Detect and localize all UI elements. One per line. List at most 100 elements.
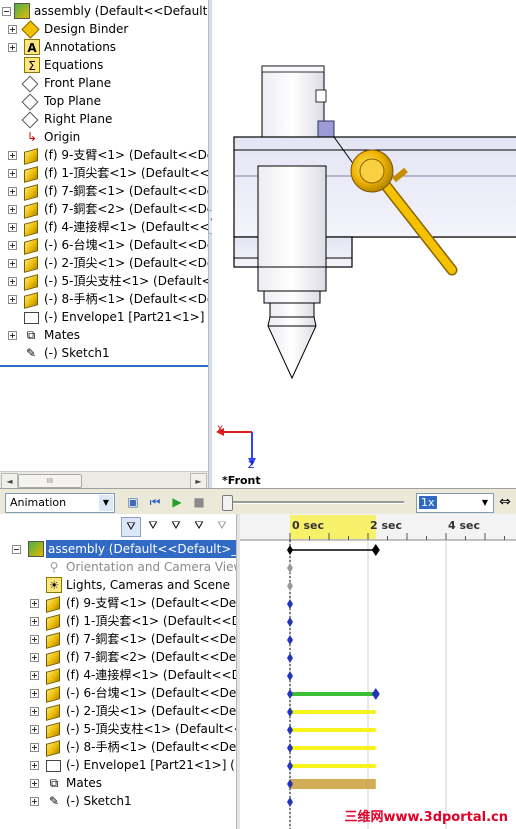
- rollback-bar[interactable]: [0, 365, 208, 367]
- tree-item[interactable]: (-) Envelope1 [Part21<1>] (D: [0, 308, 208, 326]
- motion-tree-item[interactable]: (-) 5-頂尖支柱<1> (Default<<: [0, 720, 236, 739]
- tree-item[interactable]: ↳ Origin: [0, 128, 208, 146]
- expand-icon[interactable]: [30, 689, 39, 698]
- motion-tree-item[interactable]: (-) 2-頂尖<1> (Default<<Defa: [0, 702, 236, 721]
- expand-icon[interactable]: [30, 653, 39, 662]
- model-view[interactable]: [212, 0, 516, 488]
- spindle-part: [261, 65, 327, 139]
- chevron-down-icon[interactable]: ▼: [478, 495, 492, 511]
- timeline-canvas[interactable]: 0 sec 2 sec 4 sec: [240, 514, 516, 829]
- tree-item[interactable]: (f) 7-銅套<2> (Default<<Defa: [0, 200, 208, 219]
- collapse-icon[interactable]: [12, 545, 21, 554]
- study-type-select[interactable]: Animation ▼: [5, 493, 115, 513]
- motion-tree-item[interactable]: ✎ (-) Sketch1: [0, 792, 236, 810]
- calculate-icon[interactable]: ▣: [124, 493, 142, 511]
- tree-item[interactable]: (-) 8-手柄<1> (Default<<Def: [0, 290, 208, 309]
- motion-tree-item[interactable]: ⧉ Mates: [0, 774, 236, 792]
- feature-manager-tree[interactable]: assembly (Default<<Default>_Ap Design Bi…: [0, 0, 209, 488]
- motion-tree-item[interactable]: (f) 7-銅套<2> (Default<<Defa: [0, 648, 236, 667]
- expand-icon[interactable]: [30, 761, 39, 770]
- tree-item[interactable]: ✎ (-) Sketch1: [0, 344, 208, 362]
- collapse-icon[interactable]: [2, 7, 11, 16]
- play-icon[interactable]: ▶: [168, 493, 186, 511]
- tree-item[interactable]: Top Plane: [0, 92, 208, 111]
- graphics-area[interactable]: X Z *Front: [212, 0, 516, 488]
- playback-slider[interactable]: [222, 494, 406, 511]
- tree-item[interactable]: (f) 7-銅套<1> (Default<<Defa: [0, 182, 208, 201]
- autokey-icon[interactable]: ⛛: [213, 517, 231, 535]
- filter-animated-icon[interactable]: ⛛: [121, 517, 141, 537]
- tree-item[interactable]: Σ Equations: [0, 56, 208, 74]
- chevron-down-icon[interactable]: ▼: [99, 495, 113, 511]
- motion-manager-tree[interactable]: assembly (Default<<Default>_Ap ⚲ Orientati…: [0, 514, 237, 829]
- motion-filter-bar: ⛛ ⛛ ⛛ ⛛ ⛛: [0, 514, 238, 538]
- motion-tree-item[interactable]: (f) 9-支臂<1> (Default<<Defa: [0, 594, 236, 613]
- tree-item[interactable]: (-) 6-台塊<1> (Default<<Defa: [0, 236, 208, 255]
- tree-item[interactable]: (-) 2-頂尖<1> (Default<<Defa: [0, 254, 208, 273]
- filter-results-icon[interactable]: ⛛: [190, 517, 208, 535]
- expand-icon[interactable]: [30, 671, 39, 680]
- part-icon: [24, 256, 38, 273]
- tree-item-label: Top Plane: [44, 94, 101, 108]
- expand-icon[interactable]: [8, 295, 17, 304]
- expand-icon[interactable]: [30, 779, 39, 788]
- tree-item[interactable]: (-) 5-頂尖支柱<1> (Default<<: [0, 272, 208, 291]
- expand-icon[interactable]: [30, 797, 39, 806]
- expand-icon[interactable]: [8, 241, 17, 250]
- expand-icon[interactable]: [30, 617, 39, 626]
- expand-icon[interactable]: [8, 223, 17, 232]
- tree-item[interactable]: (f) 9-支臂<1> (Default<<Defa: [0, 146, 208, 165]
- expand-icon[interactable]: [8, 169, 17, 178]
- tree-horizontal-scrollbar[interactable]: ◄ III ►: [0, 471, 208, 490]
- expand-icon[interactable]: [8, 43, 17, 52]
- tree-item[interactable]: ⧉ Mates: [0, 326, 208, 344]
- tree-item[interactable]: A Annotations: [0, 38, 208, 56]
- motion-tree-item[interactable]: (f) 1-頂尖套<1> (Default<<De: [0, 612, 236, 631]
- expand-icon[interactable]: [8, 205, 17, 214]
- expand-icon[interactable]: [30, 743, 39, 752]
- expand-icon[interactable]: [8, 259, 17, 268]
- change-bar-yellow: [290, 728, 376, 732]
- motion-tree-item[interactable]: (-) 8-手柄<1> (Default<<Defa: [0, 738, 236, 757]
- tree-item[interactable]: (f) 1-頂尖套<1> (Default<<D: [0, 164, 208, 183]
- filter-driving-icon[interactable]: ⛛: [144, 517, 162, 535]
- equations-icon: Σ: [24, 57, 40, 73]
- expand-timeline-icon[interactable]: ⇔: [496, 493, 514, 511]
- motion-tree-item[interactable]: (-) 6-台塊<1> (Default<<Defa: [0, 684, 236, 703]
- expand-icon[interactable]: [8, 331, 17, 340]
- tree-item-label: Origin: [44, 130, 81, 144]
- motion-tree-item[interactable]: (f) 4-連接桿<1> (Default<<De: [0, 666, 236, 685]
- motion-tree-item[interactable]: ☀ Lights, Cameras and Scene: [0, 576, 236, 594]
- expand-icon[interactable]: [30, 707, 39, 716]
- ruler-tick-label: 0 sec: [292, 519, 324, 532]
- expand-icon[interactable]: [8, 187, 17, 196]
- expand-icon[interactable]: [30, 635, 39, 644]
- motion-tree-item[interactable]: (-) Envelope1 [Part21<1>] (De: [0, 756, 236, 774]
- expand-icon[interactable]: [8, 25, 17, 34]
- tree-item[interactable]: Right Plane: [0, 110, 208, 129]
- tree-item[interactable]: (f) 4-連接桿<1> (Default<<D: [0, 218, 208, 237]
- part-icon: [46, 686, 60, 703]
- envelope-icon: [24, 312, 39, 324]
- timeline-area[interactable]: 0 sec 2 sec 4 sec: [240, 514, 516, 829]
- expand-icon[interactable]: [8, 277, 17, 286]
- motion-tree-item[interactable]: (f) 7-銅套<1> (Default<<Defa: [0, 630, 236, 649]
- motion-tree-item[interactable]: assembly (Default<<Default>_Ap: [0, 540, 236, 558]
- scroll-thumb[interactable]: III: [18, 474, 82, 488]
- slider-thumb[interactable]: [222, 495, 233, 511]
- play-from-start-icon[interactable]: ⏮: [146, 493, 164, 511]
- mates-icon: ⧉: [49, 776, 59, 790]
- stop-icon[interactable]: ■: [190, 493, 208, 511]
- expand-icon[interactable]: [30, 725, 39, 734]
- plane-icon: [21, 93, 39, 111]
- playback-speed-select[interactable]: 1x ▼: [416, 493, 494, 513]
- motion-tree-item[interactable]: ⚲ Orientation and Camera Views: [0, 558, 236, 576]
- expand-icon[interactable]: [8, 151, 17, 160]
- expand-icon[interactable]: [30, 599, 39, 608]
- tree-item[interactable]: Front Plane: [0, 74, 208, 93]
- filter-selected-icon[interactable]: ⛛: [167, 517, 185, 535]
- tree-root-assembly[interactable]: assembly (Default<<Default>_Ap: [0, 2, 208, 20]
- motion-tree-item-label: Orientation and Camera Views: [66, 560, 237, 574]
- part-icon: [24, 184, 38, 201]
- tree-item[interactable]: Design Binder: [0, 20, 208, 39]
